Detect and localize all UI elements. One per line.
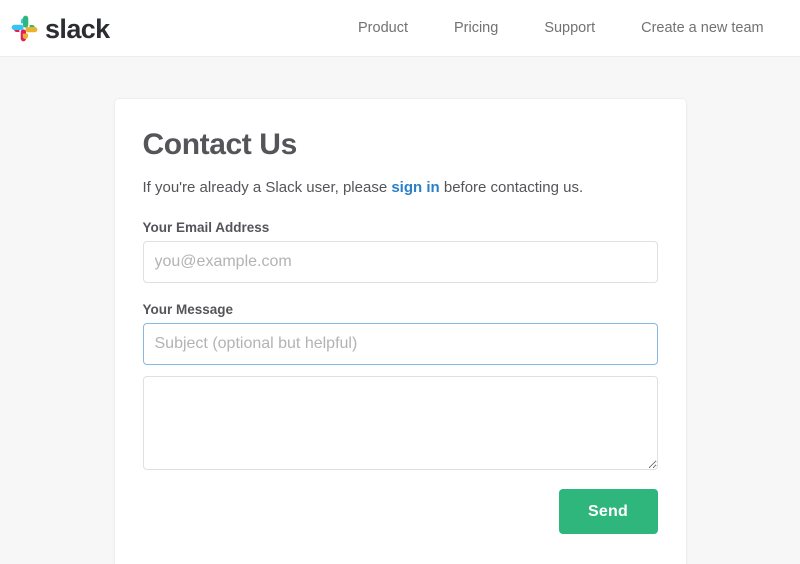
form-actions: Send [143, 489, 658, 534]
sign-in-notice: If you're already a Slack user, please s… [143, 177, 658, 198]
nav-link-create-new-team[interactable]: Create a new team [641, 21, 764, 36]
nav-link-support[interactable]: Support [544, 21, 595, 36]
main-navigation: Product Pricing Support Create a new tea… [358, 0, 800, 57]
send-button[interactable]: Send [558, 489, 658, 534]
message-field-label: Your Message [142, 302, 234, 317]
message-body-group [142, 376, 658, 470]
slack-hash-logo-icon [11, 15, 38, 42]
brand-home-link[interactable]: slack [11, 15, 110, 42]
page-title: Contact Us [142, 128, 298, 161]
email-field-group: Your Email Address [142, 220, 658, 283]
nav-link-pricing[interactable]: Pricing [454, 21, 498, 36]
message-subject-group: Your Message [142, 302, 658, 365]
message-textarea[interactable] [142, 376, 658, 470]
nav-link-product[interactable]: Product [358, 21, 408, 36]
contact-us-card: Contact Us If you're already a Slack use… [113, 98, 687, 564]
subject-input[interactable] [142, 323, 658, 365]
sign-in-link[interactable]: sign in [391, 179, 439, 196]
sign-in-notice-prefix: If you're already a Slack user, please [142, 179, 392, 196]
page-body: Contact Us If you're already a Slack use… [0, 57, 800, 564]
sign-in-notice-suffix: before contacting us. [439, 179, 584, 196]
email-input[interactable] [142, 241, 658, 283]
email-field-label: Your Email Address [142, 220, 270, 235]
brand-wordmark: slack [45, 13, 110, 44]
site-header: slack Product Pricing Support Create a n… [0, 0, 800, 57]
